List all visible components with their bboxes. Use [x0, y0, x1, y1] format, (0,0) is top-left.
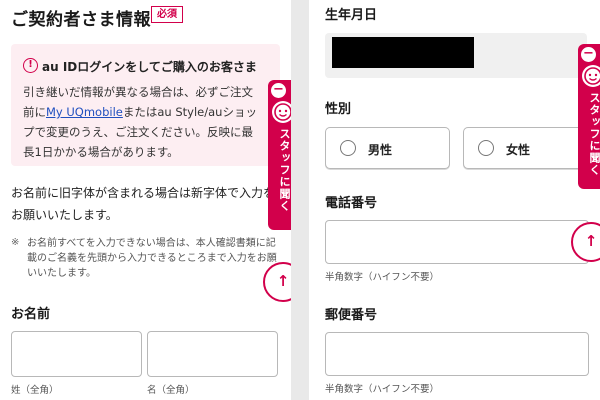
left-panel: ご契約者さま情報 必須 ! au IDログインをしてご購入のお客さま 引き継いだ… — [0, 0, 291, 400]
last-name-input[interactable] — [11, 331, 142, 377]
notice-body: 引き継いだ情報が異なる場合は、必ずご注文 前にMy UQmobileまたはau … — [23, 82, 285, 162]
ask-staff-label: スタッフに聞く — [588, 92, 600, 176]
panel-divider — [291, 0, 309, 400]
old-character-notice: お名前に旧字体が含まれる場合は新字体で入力をお願いいたします。 — [11, 186, 276, 222]
my-uqmobile-link[interactable]: My UQmobile — [46, 105, 123, 119]
first-name-hint: 名（全角） — [147, 385, 195, 396]
male-option[interactable]: 男性 — [325, 127, 450, 169]
notice-text: 前に — [23, 105, 46, 119]
required-badge: 必須 — [151, 6, 183, 23]
phone-hint: 半角数字（ハイフン不要） — [325, 272, 440, 283]
postal-label: 郵便番号 — [325, 308, 378, 323]
notice-title: au IDログインをしてご購入のお客さま — [42, 60, 257, 74]
exclamation-icon: ! — [23, 58, 38, 73]
female-label: 女性 — [506, 143, 531, 157]
ask-staff-tab[interactable]: − スタッフに聞く — [268, 80, 291, 230]
name-label: お名前 — [11, 307, 51, 322]
right-panel: 生年月日 性別 男性 女性 電話番号 半角数字（ハイフン不要） 郵便番号 半角数… — [309, 0, 600, 400]
radio-icon[interactable] — [478, 140, 494, 156]
postal-hint: 半角数字（ハイフン不要） — [325, 384, 440, 395]
staff-face-icon — [582, 65, 600, 87]
section-title: ご契約者さま情報 — [11, 10, 151, 30]
first-name-input[interactable] — [147, 331, 278, 377]
phone-label: 電話番号 — [325, 196, 378, 211]
notice-line: 前にMy UQmobileまたはau Style/auショッ — [23, 102, 285, 122]
radio-icon[interactable] — [340, 140, 356, 156]
ask-staff-tab[interactable]: − スタッフに聞く — [578, 44, 600, 189]
minus-icon[interactable]: − — [271, 83, 286, 98]
male-label: 男性 — [368, 143, 393, 157]
phone-input[interactable] — [325, 220, 589, 264]
note-mark: ※ — [11, 237, 20, 248]
staff-face-icon — [272, 101, 291, 123]
notice-text: またはau Style/auショッ — [122, 105, 257, 119]
arrow-up-icon[interactable]: ↑ — [263, 262, 291, 302]
gender-label: 性別 — [325, 102, 352, 117]
dob-field[interactable] — [325, 33, 587, 78]
female-option[interactable]: 女性 — [463, 127, 593, 169]
last-name-hint: 姓（全角） — [11, 385, 59, 396]
notice-line: 長1日かかる場合があります。 — [23, 145, 179, 159]
redacted-block — [332, 37, 474, 68]
minus-icon[interactable]: − — [581, 47, 596, 62]
postal-input[interactable] — [325, 332, 589, 376]
name-input-note: お名前すべてを入力できない場合は、本人確認書類に記載のご名義を先頭から入力できる… — [27, 238, 277, 279]
notice-line: 引き継いだ情報が異なる場合は、必ずご注文 — [23, 85, 253, 99]
notice-line: プで変更のうえ、ご注文ください。反映に最 — [23, 125, 253, 139]
notice-box: ! au IDログインをしてご購入のお客さま 引き継いだ情報が異なる場合は、必ず… — [11, 44, 280, 166]
dob-label: 生年月日 — [325, 8, 378, 23]
ask-staff-label: スタッフに聞く — [278, 128, 291, 212]
